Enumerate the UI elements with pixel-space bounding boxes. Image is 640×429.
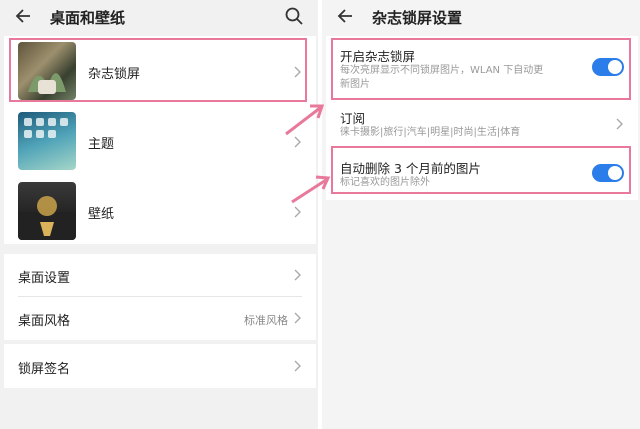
wallpaper-thumbnail bbox=[18, 182, 76, 240]
item-value: 标准风格 bbox=[244, 314, 288, 327]
back-arrow-icon[interactable] bbox=[14, 6, 34, 26]
chevron-right-icon bbox=[294, 269, 301, 281]
chevron-right-icon bbox=[294, 312, 301, 324]
pink-pointer-arrow-icon bbox=[285, 104, 325, 136]
pink-pointer-arrow-icon bbox=[291, 175, 331, 204]
list-item-theme[interactable]: 主题 bbox=[4, 106, 316, 176]
highlight-box bbox=[331, 146, 631, 194]
desktop-settings-card: 桌面设置 桌面风格 标准风格 bbox=[4, 254, 316, 340]
lockscreen-signature-card: 锁屏签名 bbox=[4, 344, 316, 388]
search-icon[interactable] bbox=[284, 6, 304, 26]
item-label: 锁屏签名 bbox=[18, 362, 71, 377]
list-item-desktop-settings[interactable]: 桌面设置 bbox=[4, 254, 316, 296]
back-arrow-icon[interactable] bbox=[336, 6, 356, 26]
item-label: 主题 bbox=[88, 137, 115, 152]
setting-subtitle: 徕卡摄影|旅行|汽车|明星|时尚|生活|体育 bbox=[340, 127, 521, 138]
setting-title: 订阅 bbox=[340, 111, 366, 126]
theme-thumbnail bbox=[18, 112, 76, 170]
list-item-wallpaper[interactable]: 壁纸 bbox=[4, 176, 316, 246]
item-label: 桌面设置 bbox=[18, 271, 71, 286]
header: 桌面和壁纸 bbox=[0, 0, 318, 34]
item-label: 桌面风格 bbox=[18, 314, 71, 329]
item-label: 壁纸 bbox=[88, 207, 115, 222]
page-title: 桌面和壁纸 bbox=[50, 9, 126, 27]
magazine-lockscreen-settings-screen: 杂志锁屏设置 开启杂志锁屏 每次亮屏显示不同锁屏图片，WLAN 下自动更 新图片… bbox=[322, 0, 640, 429]
list-item-desktop-style[interactable]: 桌面风格 标准风格 bbox=[4, 297, 316, 339]
highlight-box bbox=[331, 38, 631, 100]
highlight-box bbox=[9, 38, 307, 102]
page-title: 杂志锁屏设置 bbox=[372, 9, 463, 27]
header: 杂志锁屏设置 bbox=[322, 0, 640, 34]
chevron-right-icon bbox=[616, 118, 623, 130]
chevron-right-icon bbox=[294, 360, 301, 372]
wallpaper-settings-screen: 桌面和壁纸 杂志锁屏 主题 壁纸 桌面设置 桌面风格 标准风格 锁屏签名 bbox=[0, 0, 318, 429]
setting-subscribe[interactable]: 订阅 徕卡摄影|旅行|汽车|明星|时尚|生活|体育 bbox=[326, 98, 638, 142]
list-item-lockscreen-signature[interactable]: 锁屏签名 bbox=[4, 344, 316, 388]
